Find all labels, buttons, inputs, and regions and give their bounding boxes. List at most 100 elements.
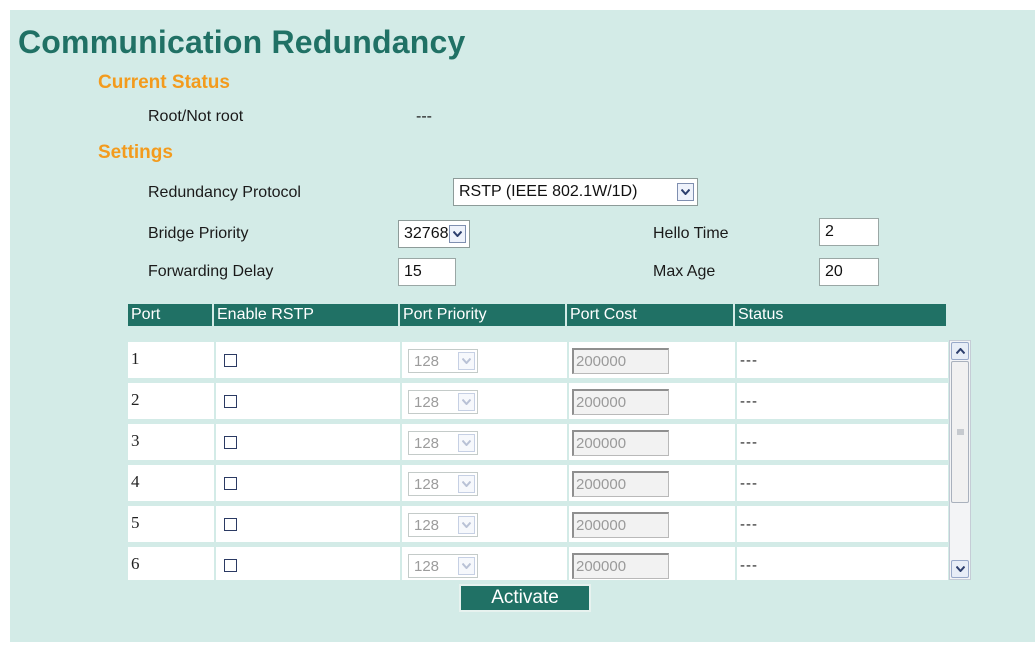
redundancy-protocol-value: RSTP (IEEE 802.1W/1D) (459, 183, 638, 200)
ports-table-body: 1 128 200000 --- 2 128 200000 --- 3 128 200000 --- 4… (128, 340, 948, 580)
chevron-down-icon[interactable] (458, 393, 475, 411)
max-age-input[interactable] (819, 258, 879, 286)
enable-rstp-cell (216, 547, 400, 580)
chevron-up-icon (955, 348, 965, 354)
port-status-cell: --- (737, 547, 948, 580)
port-priority-select[interactable]: 128 (408, 431, 478, 455)
port-priority-cell: 128 (402, 465, 567, 501)
table-row: 1 128 200000 --- (128, 340, 948, 380)
chevron-down-icon[interactable] (458, 557, 475, 575)
table-row: 5 128 200000 --- (128, 504, 948, 544)
enable-rstp-cell (216, 383, 400, 419)
chevron-down-icon[interactable] (458, 475, 475, 493)
enable-rstp-cell (216, 506, 400, 542)
port-status-cell: --- (737, 465, 948, 501)
grip-icon (956, 429, 964, 435)
port-cost-input[interactable]: 200000 (572, 348, 669, 374)
main-content-panel: Communication Redundancy Current Status … (10, 10, 1035, 642)
root-status-label: Root/Not root (148, 108, 244, 125)
port-number-cell: 6 (128, 547, 214, 580)
current-status-heading: Current Status (98, 72, 230, 93)
bridge-priority-select[interactable]: 32768 (398, 220, 470, 248)
port-priority-value: 128 (414, 516, 440, 534)
port-priority-select[interactable]: 128 (408, 472, 478, 496)
chevron-down-icon (955, 566, 965, 572)
enable-rstp-cell (216, 342, 400, 378)
port-priority-cell: 128 (402, 383, 567, 419)
port-priority-value: 128 (414, 557, 440, 575)
enable-rstp-checkbox[interactable] (224, 518, 237, 531)
chevron-down-icon[interactable] (458, 434, 475, 452)
hello-time-label: Hello Time (653, 225, 729, 242)
ports-table-scrollbar[interactable] (949, 340, 971, 580)
port-number-cell: 2 (128, 383, 214, 419)
port-priority-select[interactable]: 128 (408, 390, 478, 414)
max-age-label: Max Age (653, 263, 716, 280)
port-priority-select[interactable]: 128 (408, 513, 478, 537)
enable-rstp-checkbox[interactable] (224, 436, 237, 449)
port-number-cell: 1 (128, 342, 214, 378)
port-cost-input[interactable]: 200000 (572, 389, 669, 415)
root-status-value: --- (416, 108, 432, 125)
port-cost-cell: 200000 (569, 383, 735, 419)
port-status-cell: --- (737, 383, 948, 419)
port-number-cell: 3 (128, 424, 214, 460)
port-priority-cell: 128 (402, 506, 567, 542)
bridge-priority-label: Bridge Priority (148, 225, 249, 242)
port-status-cell: --- (737, 424, 948, 460)
table-row: 2 128 200000 --- (128, 381, 948, 421)
bridge-priority-value: 32768 (404, 225, 449, 242)
enable-rstp-cell (216, 465, 400, 501)
port-priority-cell: 128 (402, 547, 567, 580)
chevron-down-icon[interactable] (458, 516, 475, 534)
port-priority-value: 128 (414, 352, 440, 370)
port-priority-value: 128 (414, 475, 440, 493)
port-cost-input[interactable]: 200000 (572, 553, 669, 579)
port-cost-cell: 200000 (569, 547, 735, 580)
chevron-down-icon[interactable] (677, 183, 694, 201)
port-priority-select[interactable]: 128 (408, 554, 478, 578)
port-cost-input[interactable]: 200000 (572, 430, 669, 456)
port-cost-cell: 200000 (569, 424, 735, 460)
table-row: 3 128 200000 --- (128, 422, 948, 462)
column-header-port-priority: Port Priority (400, 304, 567, 326)
redundancy-protocol-select[interactable]: RSTP (IEEE 802.1W/1D) (453, 178, 698, 206)
port-priority-select[interactable]: 128 (408, 349, 478, 373)
enable-rstp-cell (216, 424, 400, 460)
column-header-port: Port (128, 304, 214, 326)
port-priority-cell: 128 (402, 424, 567, 460)
port-cost-input[interactable]: 200000 (572, 512, 669, 538)
column-header-status: Status (738, 306, 784, 323)
port-cost-cell: 200000 (569, 506, 735, 542)
enable-rstp-checkbox[interactable] (224, 559, 237, 572)
ports-table-header: Port Enable RSTP Port Priority Port Cost… (128, 304, 946, 326)
port-cost-cell: 200000 (569, 465, 735, 501)
table-row: 6 128 200000 --- (128, 545, 948, 580)
page-title: Communication Redundancy (18, 24, 466, 60)
table-row: 4 128 200000 --- (128, 463, 948, 503)
port-number-cell: 4 (128, 465, 214, 501)
port-priority-value: 128 (414, 393, 440, 411)
port-status-cell: --- (737, 506, 948, 542)
activate-button[interactable]: Activate (459, 584, 591, 612)
port-cost-cell: 200000 (569, 342, 735, 378)
enable-rstp-checkbox[interactable] (224, 477, 237, 490)
port-number-cell: 5 (128, 506, 214, 542)
settings-heading: Settings (98, 142, 173, 163)
scroll-up-button[interactable] (951, 342, 969, 360)
scroll-thumb[interactable] (951, 361, 969, 503)
chevron-down-icon[interactable] (458, 352, 475, 370)
scroll-down-button[interactable] (951, 560, 969, 578)
port-cost-input[interactable]: 200000 (572, 471, 669, 497)
column-header-enable-rstp: Enable RSTP (214, 304, 400, 326)
forwarding-delay-input[interactable] (398, 258, 456, 286)
enable-rstp-checkbox[interactable] (224, 395, 237, 408)
forwarding-delay-label: Forwarding Delay (148, 263, 274, 280)
port-priority-cell: 128 (402, 342, 567, 378)
chevron-down-icon[interactable] (449, 225, 466, 243)
hello-time-input[interactable] (819, 218, 879, 246)
enable-rstp-checkbox[interactable] (224, 354, 237, 367)
port-priority-value: 128 (414, 434, 440, 452)
redundancy-protocol-label: Redundancy Protocol (148, 184, 301, 201)
port-status-cell: --- (737, 342, 948, 378)
